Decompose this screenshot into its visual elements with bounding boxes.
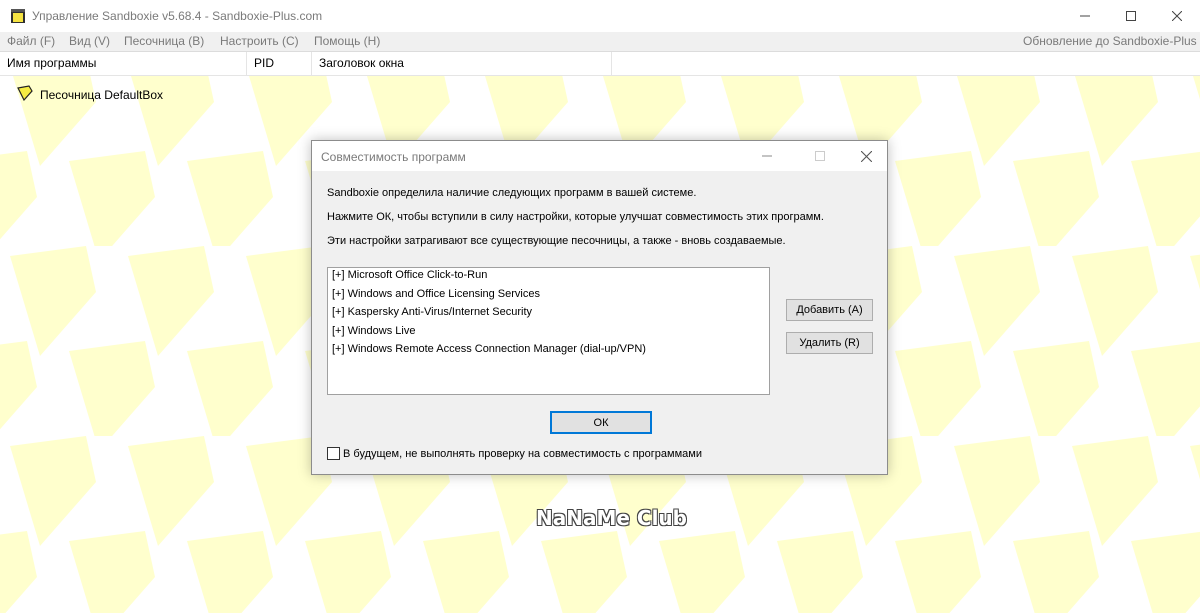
tree-item-defaultbox[interactable]: Песочница DefaultBox [16,85,163,104]
column-program-name[interactable]: Имя программы [0,52,247,75]
dialog-maximize-button[interactable] [798,141,842,171]
list-item[interactable]: [+] Microsoft Office Click-to-Run [332,269,487,281]
window-title: Управление Sandboxie v5.68.4 - Sandboxie… [32,9,323,23]
program-list[interactable]: [+] Microsoft Office Click-to-Run [+] Wi… [327,267,770,395]
maximize-icon [815,151,825,161]
dialog-message-line: Эти настройки затрагивают все существующ… [327,235,786,247]
sandbox-icon [16,85,34,104]
minimize-icon [762,155,772,157]
window-titlebar: Управление Sandboxie v5.68.4 - Sandboxie… [0,0,1200,32]
close-icon [860,150,872,162]
minimize-icon [1080,15,1090,17]
dialog-title: Совместимость программ [321,150,466,164]
list-item[interactable]: [+] Kaspersky Anti-Virus/Internet Securi… [332,306,532,318]
dialog-close-button[interactable] [844,141,888,171]
dialog-message-line: Sandboxie определила наличие следующих п… [327,187,697,199]
maximize-button[interactable] [1108,0,1154,32]
list-item[interactable]: [+] Windows Remote Access Connection Man… [332,343,646,355]
skip-check-checkbox[interactable] [327,447,340,460]
menu-help[interactable]: Помощь (H) [314,34,380,48]
table-header: Имя программы PID Заголовок окна [0,52,1200,76]
menu-sandbox[interactable]: Песочница (B) [124,34,204,48]
menu-configure[interactable]: Настроить (C) [220,34,299,48]
tree-item-label: Песочница DefaultBox [40,87,164,102]
column-label: Имя программы [7,56,97,70]
column-window-title[interactable]: Заголовок окна [312,52,612,75]
menu-file[interactable]: Файл (F) [7,34,55,48]
skip-check-label: В будущем, не выполнять проверку на совм… [343,447,702,460]
dialog-minimize-button[interactable] [745,141,789,171]
menu-view[interactable]: Вид (V) [69,34,110,48]
list-item[interactable]: [+] Windows Live [332,325,415,337]
column-label: Заголовок окна [319,56,404,70]
update-link[interactable]: Обновление до Sandboxie-Plus [1023,34,1197,48]
menu-bar: Файл (F) Вид (V) Песочница (B) Настроить… [0,32,1200,52]
remove-button[interactable]: Удалить (R) [786,332,873,354]
column-label: PID [254,56,275,70]
minimize-button[interactable] [1062,0,1108,32]
column-pid[interactable]: PID [247,52,312,75]
list-item[interactable]: [+] Windows and Office Licensing Service… [332,288,540,300]
skip-check-option[interactable]: В будущем, не выполнять проверку на совм… [327,447,702,460]
close-icon [1172,11,1182,21]
watermark-logo: NaNaMe Club [536,506,687,530]
dialog-message-line: Нажмите ОК, чтобы вступили в силу настро… [327,211,824,223]
ok-button[interactable]: ОК [550,411,652,434]
close-button[interactable] [1154,0,1200,32]
dialog-titlebar: Совместимость программ [312,141,887,171]
add-button[interactable]: Добавить (A) [786,299,873,321]
maximize-icon [1126,11,1136,21]
compatibility-dialog: Совместимость программ Sandboxie определ… [311,140,888,475]
sandboxie-app-icon [10,8,26,24]
